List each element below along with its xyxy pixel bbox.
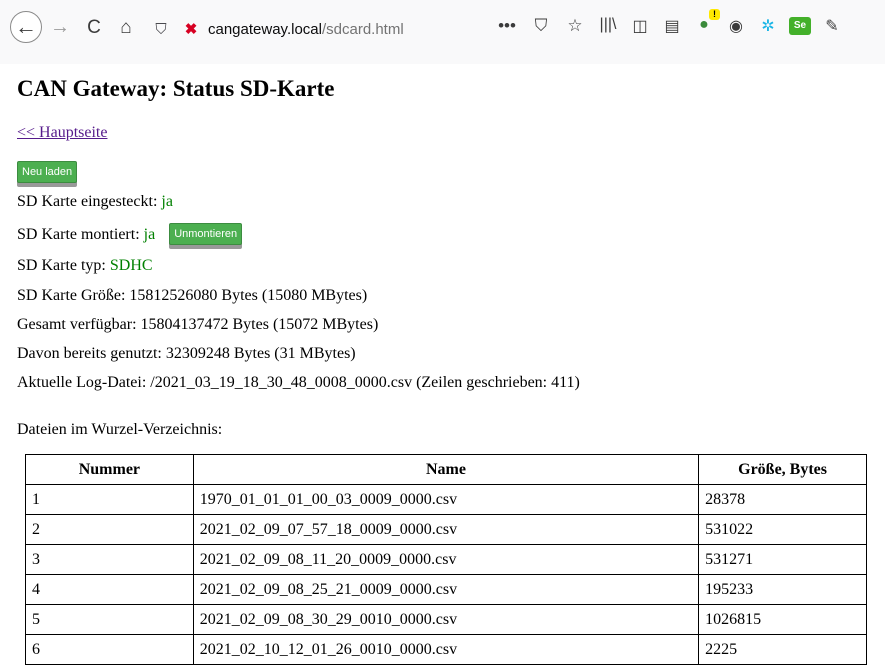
cell-number: 2 bbox=[25, 514, 194, 545]
sd-inserted-label: SD Karte eingesteckt: bbox=[17, 193, 158, 210]
forward-arrow-icon: → bbox=[50, 16, 70, 38]
settings-gear-icon[interactable]: ✲ bbox=[757, 16, 779, 36]
sd-size-line: SD Karte Größe: 15812526080 Bytes (15080… bbox=[17, 287, 368, 304]
sd-mounted-label: SD Karte montiert: bbox=[17, 226, 140, 243]
cell-name: 2021_02_09_07_57_18_0009_0000.csv bbox=[192, 514, 700, 545]
pencil-extension-icon[interactable]: ✎ bbox=[821, 16, 843, 36]
reload-icon: C bbox=[87, 16, 101, 38]
main-page-link[interactable]: << Hauptseite bbox=[17, 124, 107, 142]
current-logfile-line: Aktuelle Log-Datei: /2021_03_19_18_30_48… bbox=[17, 374, 580, 391]
files-table: Nummer Name Größe, Bytes 1 1970_01_01_01… bbox=[25, 454, 867, 665]
header-name: Name bbox=[192, 454, 700, 485]
header-number: Nummer bbox=[25, 454, 194, 485]
home-button[interactable]: ⌂ bbox=[112, 13, 140, 41]
extension-toolbar: |||\ ◫ ▤ ● ◉ ✲ Se ✎ bbox=[597, 9, 843, 36]
reload-page-button[interactable]: Neu laden bbox=[17, 161, 78, 183]
url-actions: ••• ⛉ ☆ bbox=[497, 16, 585, 36]
sd-type-label: SD Karte typ: bbox=[17, 257, 106, 274]
pocket-icon[interactable]: ⛉ bbox=[531, 16, 551, 36]
cell-number: 6 bbox=[25, 634, 194, 665]
table-header-row: Nummer Name Größe, Bytes bbox=[25, 454, 867, 485]
home-icon: ⌂ bbox=[120, 16, 132, 38]
table-row: 3 2021_02_09_08_11_20_0009_0000.csv 5312… bbox=[25, 544, 867, 575]
table-row: 2 2021_02_09_07_57_18_0009_0000.csv 5310… bbox=[25, 514, 867, 545]
url-path: /sdcard.html bbox=[321, 20, 404, 38]
browser-toolbar: ← → C ⌂ ⛉ ✖ cangateway.local/sdcard.html… bbox=[0, 0, 885, 64]
forward-button[interactable]: → bbox=[46, 13, 74, 41]
sd-available-line: Gesamt verfügbar: 15804137472 Bytes (150… bbox=[17, 316, 379, 333]
url-host: cangateway.local bbox=[208, 20, 322, 38]
selenium-extension-icon[interactable]: Se bbox=[789, 17, 811, 35]
extension-warning-icon[interactable]: ● bbox=[693, 9, 720, 36]
tracking-shield-icon[interactable]: ⛉ bbox=[150, 21, 172, 38]
unmount-button[interactable]: Unmontieren bbox=[169, 223, 243, 245]
reader-view-icon[interactable]: ▤ bbox=[661, 16, 683, 36]
sd-mounted-line: SD Karte montiert: ja Unmontieren bbox=[17, 223, 243, 247]
sd-inserted-line: SD Karte eingesteckt: ja bbox=[17, 193, 173, 211]
browser-window: ← → C ⌂ ⛉ ✖ cangateway.local/sdcard.html… bbox=[0, 0, 885, 667]
page-title: CAN Gateway: Status SD-Karte bbox=[17, 76, 335, 101]
cell-size: 1026815 bbox=[698, 604, 867, 635]
cell-number: 5 bbox=[25, 604, 194, 635]
cell-size: 195233 bbox=[698, 574, 867, 605]
files-heading: Dateien im Wurzel-Verzeichnis: bbox=[17, 421, 223, 438]
account-icon[interactable]: ◉ bbox=[725, 16, 747, 36]
bookmark-star-icon[interactable]: ☆ bbox=[565, 16, 585, 36]
sd-used-line: Davon bereits genutzt: 32309248 Bytes (3… bbox=[17, 345, 356, 362]
table-row: 4 2021_02_09_08_25_21_0009_0000.csv 1952… bbox=[25, 574, 867, 605]
cell-name: 1970_01_01_01_00_03_0009_0000.csv bbox=[192, 484, 700, 515]
cell-name: 2021_02_09_08_25_21_0009_0000.csv bbox=[192, 574, 700, 605]
sidebar-icon[interactable]: ◫ bbox=[629, 16, 651, 36]
cell-size: 2225 bbox=[698, 634, 867, 665]
cell-number: 1 bbox=[25, 484, 194, 515]
sd-type-line: SD Karte typ: SDHC bbox=[17, 257, 153, 275]
cell-number: 4 bbox=[25, 574, 194, 605]
cell-name: 2021_02_09_08_30_29_0010_0000.csv bbox=[192, 604, 700, 635]
sd-type-value: SDHC bbox=[109, 257, 153, 274]
cell-size: 531022 bbox=[698, 514, 867, 545]
cell-name: 2021_02_10_12_01_26_0010_0000.csv bbox=[192, 634, 700, 665]
table-row: 5 2021_02_09_08_30_29_0010_0000.csv 1026… bbox=[25, 604, 867, 635]
reload-button[interactable]: C bbox=[80, 13, 108, 41]
cell-name: 2021_02_09_08_11_20_0009_0000.csv bbox=[192, 544, 700, 575]
cell-size: 531271 bbox=[698, 544, 867, 575]
page-actions-icon[interactable]: ••• bbox=[497, 16, 517, 36]
sd-inserted-value: ja bbox=[161, 193, 173, 210]
insecure-connection-icon[interactable]: ✖ bbox=[180, 20, 202, 38]
sd-mounted-value: ja bbox=[143, 226, 156, 243]
table-row: 1 1970_01_01_01_00_03_0009_0000.csv 2837… bbox=[25, 484, 867, 515]
back-arrow-icon: ← bbox=[15, 14, 37, 39]
library-icon[interactable]: |||\ bbox=[597, 16, 619, 36]
cell-size: 28378 bbox=[698, 484, 867, 515]
back-button[interactable]: ← bbox=[10, 11, 42, 43]
table-row: 6 2021_02_10_12_01_26_0010_0000.csv 2225 bbox=[25, 634, 867, 665]
header-size: Größe, Bytes bbox=[698, 454, 867, 485]
cell-number: 3 bbox=[25, 544, 194, 575]
